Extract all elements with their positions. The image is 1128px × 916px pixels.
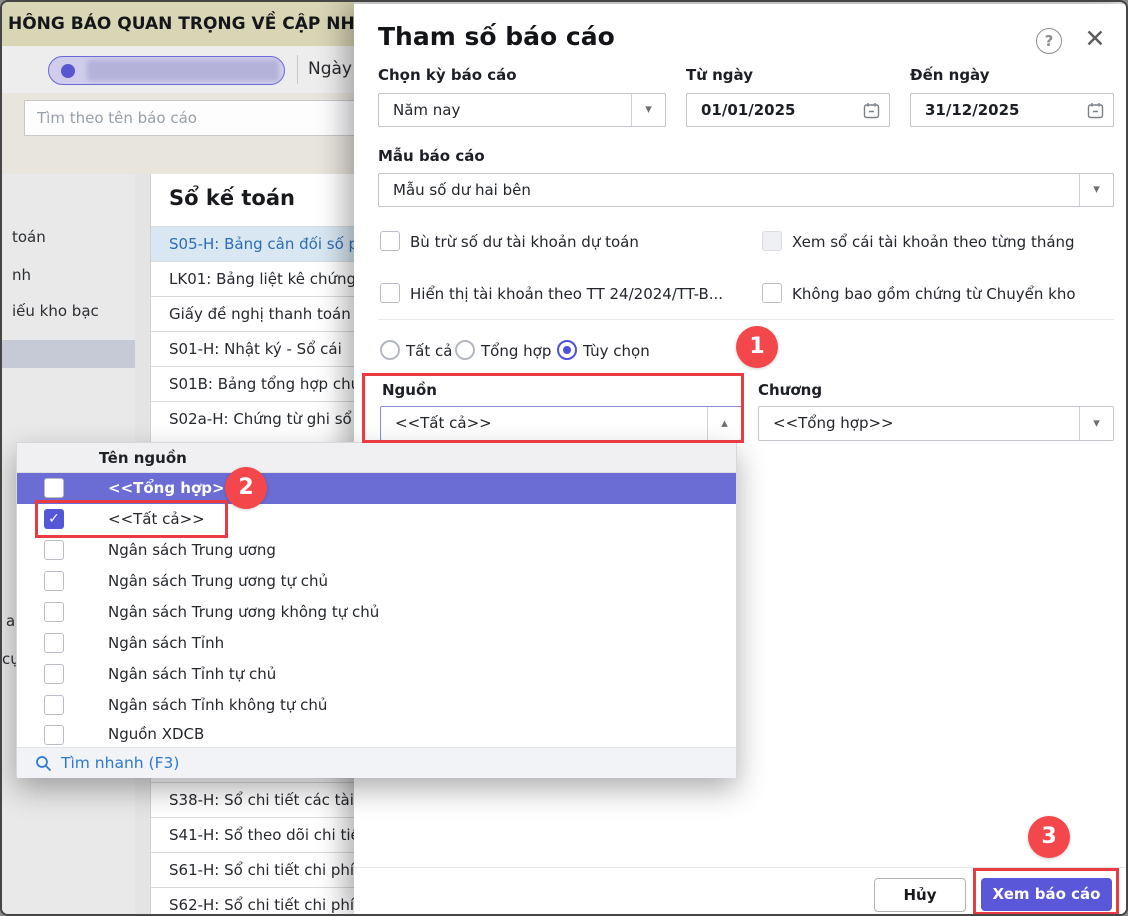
radio-label: Tất cả [406, 342, 453, 360]
template-label: Mẫu báo cáo [378, 147, 485, 165]
dropdown-item-label: Ngân sách Trung ương không tự chủ [108, 603, 380, 621]
dropdown-item[interactable]: Ngân sách Trung ương tự chủ [17, 566, 736, 597]
dropdown-item-label: Ngân sách Trung ương [108, 541, 276, 559]
cancel-button[interactable]: Hủy [874, 878, 966, 912]
report-list-title: Sổ kế toán [169, 186, 295, 210]
quick-search-bar[interactable]: Tìm nhanh (F3) [17, 747, 736, 778]
redacted-company-name [87, 60, 279, 81]
annotation-step-3: 3 [1028, 816, 1070, 858]
sidebar-item[interactable]: nh [12, 266, 31, 284]
radio-label: Tùy chọn [583, 342, 650, 360]
report-row[interactable]: S01-H: Nhật ký - Sổ cái [151, 331, 355, 366]
nguon-dropdown-panel: Tên nguồn <<Tổng hợp>> ✓ <<Tất cả>> Ngân… [16, 442, 737, 778]
report-row[interactable]: S62-H: Sổ chi tiết chi phí sả [151, 887, 355, 914]
dropdown-item[interactable]: Nguồn XDCB [17, 721, 736, 747]
calendar-icon[interactable] [863, 102, 880, 119]
chevron-down-icon[interactable]: ▾ [1079, 407, 1113, 440]
help-icon[interactable]: ? [1036, 28, 1062, 54]
radio-tuy-chon-selected[interactable] [557, 340, 577, 360]
report-row-selected[interactable]: S05-H: Bảng cân đối số phá [151, 226, 355, 261]
close-icon[interactable]: ✕ [1080, 24, 1110, 54]
to-date-input[interactable]: 31/12/2025 [910, 93, 1114, 127]
report-row[interactable]: LK01: Bảng liệt kê chứng từ [151, 261, 355, 296]
app-window: HÔNG BÁO QUAN TRỌNG VỀ CẬP NHẬT ĐỊA Ngày… [0, 0, 1128, 916]
chuong-label: Chương [758, 381, 823, 399]
report-row[interactable]: S38-H: Sổ chi tiết các tài kh [151, 782, 355, 817]
template-select[interactable]: Mẫu số dư hai bên ▾ [378, 173, 1114, 207]
report-row[interactable]: S41-H: Sổ theo dõi chi tiết v [151, 817, 355, 852]
checkbox-bu-tru[interactable] [380, 231, 400, 251]
annotation-rect-tat-ca [35, 500, 228, 538]
from-date-label: Từ ngày [686, 66, 753, 84]
checkbox-label: Xem sổ cái tài khoản theo từng tháng [792, 233, 1075, 251]
checkbox-unchecked[interactable] [44, 478, 64, 498]
search-icon [36, 756, 52, 772]
checkbox-unchecked[interactable] [44, 571, 64, 591]
checkbox-label: Hiển thị tài khoản theo TT 24/2024/TT-B.… [410, 285, 724, 303]
annotation-rect-submit [973, 868, 1119, 914]
annotation-step-1: 1 [736, 326, 778, 368]
company-pill[interactable] [48, 56, 285, 85]
dropdown-header: Tên nguồn [17, 443, 736, 473]
radio-label: Tổng hợp [481, 342, 552, 360]
checkbox-hien-thi-tk[interactable] [380, 283, 400, 303]
report-row[interactable]: S01B: Bảng tổng hợp chứng [151, 366, 355, 401]
dropdown-item[interactable]: Ngân sách Tỉnh không tự chủ [17, 690, 736, 721]
quick-search-label: Tìm nhanh (F3) [61, 754, 180, 772]
checkbox-unchecked[interactable] [44, 664, 64, 684]
calendar-icon[interactable] [1087, 102, 1104, 119]
dropdown-item-label: Ngân sách Tỉnh tự chủ [108, 665, 277, 683]
report-search-strip [2, 93, 356, 174]
dropdown-item-label: Nguồn XDCB [108, 725, 205, 743]
dialog-title: Tham số báo cáo [378, 22, 615, 51]
period-value: Năm nay [393, 101, 461, 119]
dropdown-item-label: Ngân sách Tỉnh [108, 634, 225, 652]
dropdown-item[interactable]: Ngân sách Trung ương [17, 535, 736, 566]
checkbox-label: Bù trừ số dư tài khoản dự toán [410, 233, 639, 251]
report-search-input[interactable] [24, 100, 356, 136]
from-date-input[interactable]: 01/01/2025 [686, 93, 890, 127]
annotation-step-2: 2 [225, 467, 267, 509]
dropdown-item-label: Ngân sách Tỉnh không tự chủ [108, 696, 328, 714]
checkbox-unchecked[interactable] [44, 725, 64, 745]
toolbar-divider [297, 55, 298, 84]
sidebar-item[interactable]: toán [12, 228, 46, 246]
checkbox-xem-so-cai[interactable] [762, 231, 782, 251]
sidebar-item-selected[interactable] [2, 340, 135, 368]
report-row[interactable]: S61-H: Sổ chi tiết chi phí [151, 852, 355, 887]
report-row[interactable]: S02a-H: Chứng từ ghi sổ [151, 401, 355, 436]
dropdown-header-label: Tên nguồn [99, 449, 187, 467]
checkbox-unchecked[interactable] [44, 540, 64, 560]
notification-banner: HÔNG BÁO QUAN TRỌNG VỀ CẬP NHẬT ĐỊA [2, 2, 420, 46]
top-toolbar: Ngày h [2, 46, 368, 93]
period-select[interactable]: Năm nay ▾ [378, 93, 666, 127]
chuong-combo[interactable]: <<Tổng hợp>> ▾ [758, 406, 1114, 441]
chevron-down-icon[interactable]: ▾ [1079, 174, 1113, 206]
checkbox-unchecked[interactable] [44, 602, 64, 622]
notification-banner-text: HÔNG BÁO QUAN TRỌNG VỀ CẬP NHẬT ĐỊA [8, 14, 420, 34]
template-value: Mẫu số dư hai bên [393, 181, 531, 199]
radio-tong-hop[interactable] [455, 340, 475, 360]
dropdown-item-label: Ngân sách Trung ương tự chủ [108, 572, 329, 590]
checkbox-khong-bao-gom[interactable] [762, 283, 782, 303]
to-date-value: 31/12/2025 [925, 101, 1020, 119]
status-dot-icon [61, 64, 75, 78]
checkbox-unchecked[interactable] [44, 633, 64, 653]
radio-tat-ca[interactable] [380, 340, 400, 360]
chuong-value: <<Tổng hợp>> [773, 414, 894, 432]
sidebar-item[interactable]: a [6, 612, 15, 630]
dropdown-item[interactable]: Ngân sách Trung ương không tự chủ [17, 597, 736, 628]
report-row[interactable]: Giấy đề nghị thanh toán tạm [151, 296, 355, 331]
chevron-down-icon[interactable]: ▾ [631, 94, 665, 126]
checkbox-label: Không bao gồm chứng từ Chuyển kho [792, 285, 1076, 303]
period-label: Chọn kỳ báo cáo [378, 66, 517, 84]
dropdown-item[interactable]: Ngân sách Tỉnh tự chủ [17, 659, 736, 690]
sidebar-item[interactable]: iếu kho bạc [12, 302, 99, 320]
annotation-rect-nguon [362, 373, 744, 443]
checkbox-unchecked[interactable] [44, 695, 64, 715]
to-date-label: Đến ngày [910, 66, 990, 84]
dropdown-item[interactable]: Ngân sách Tỉnh [17, 628, 736, 659]
from-date-value: 01/01/2025 [701, 101, 796, 119]
section-divider [378, 319, 1114, 320]
